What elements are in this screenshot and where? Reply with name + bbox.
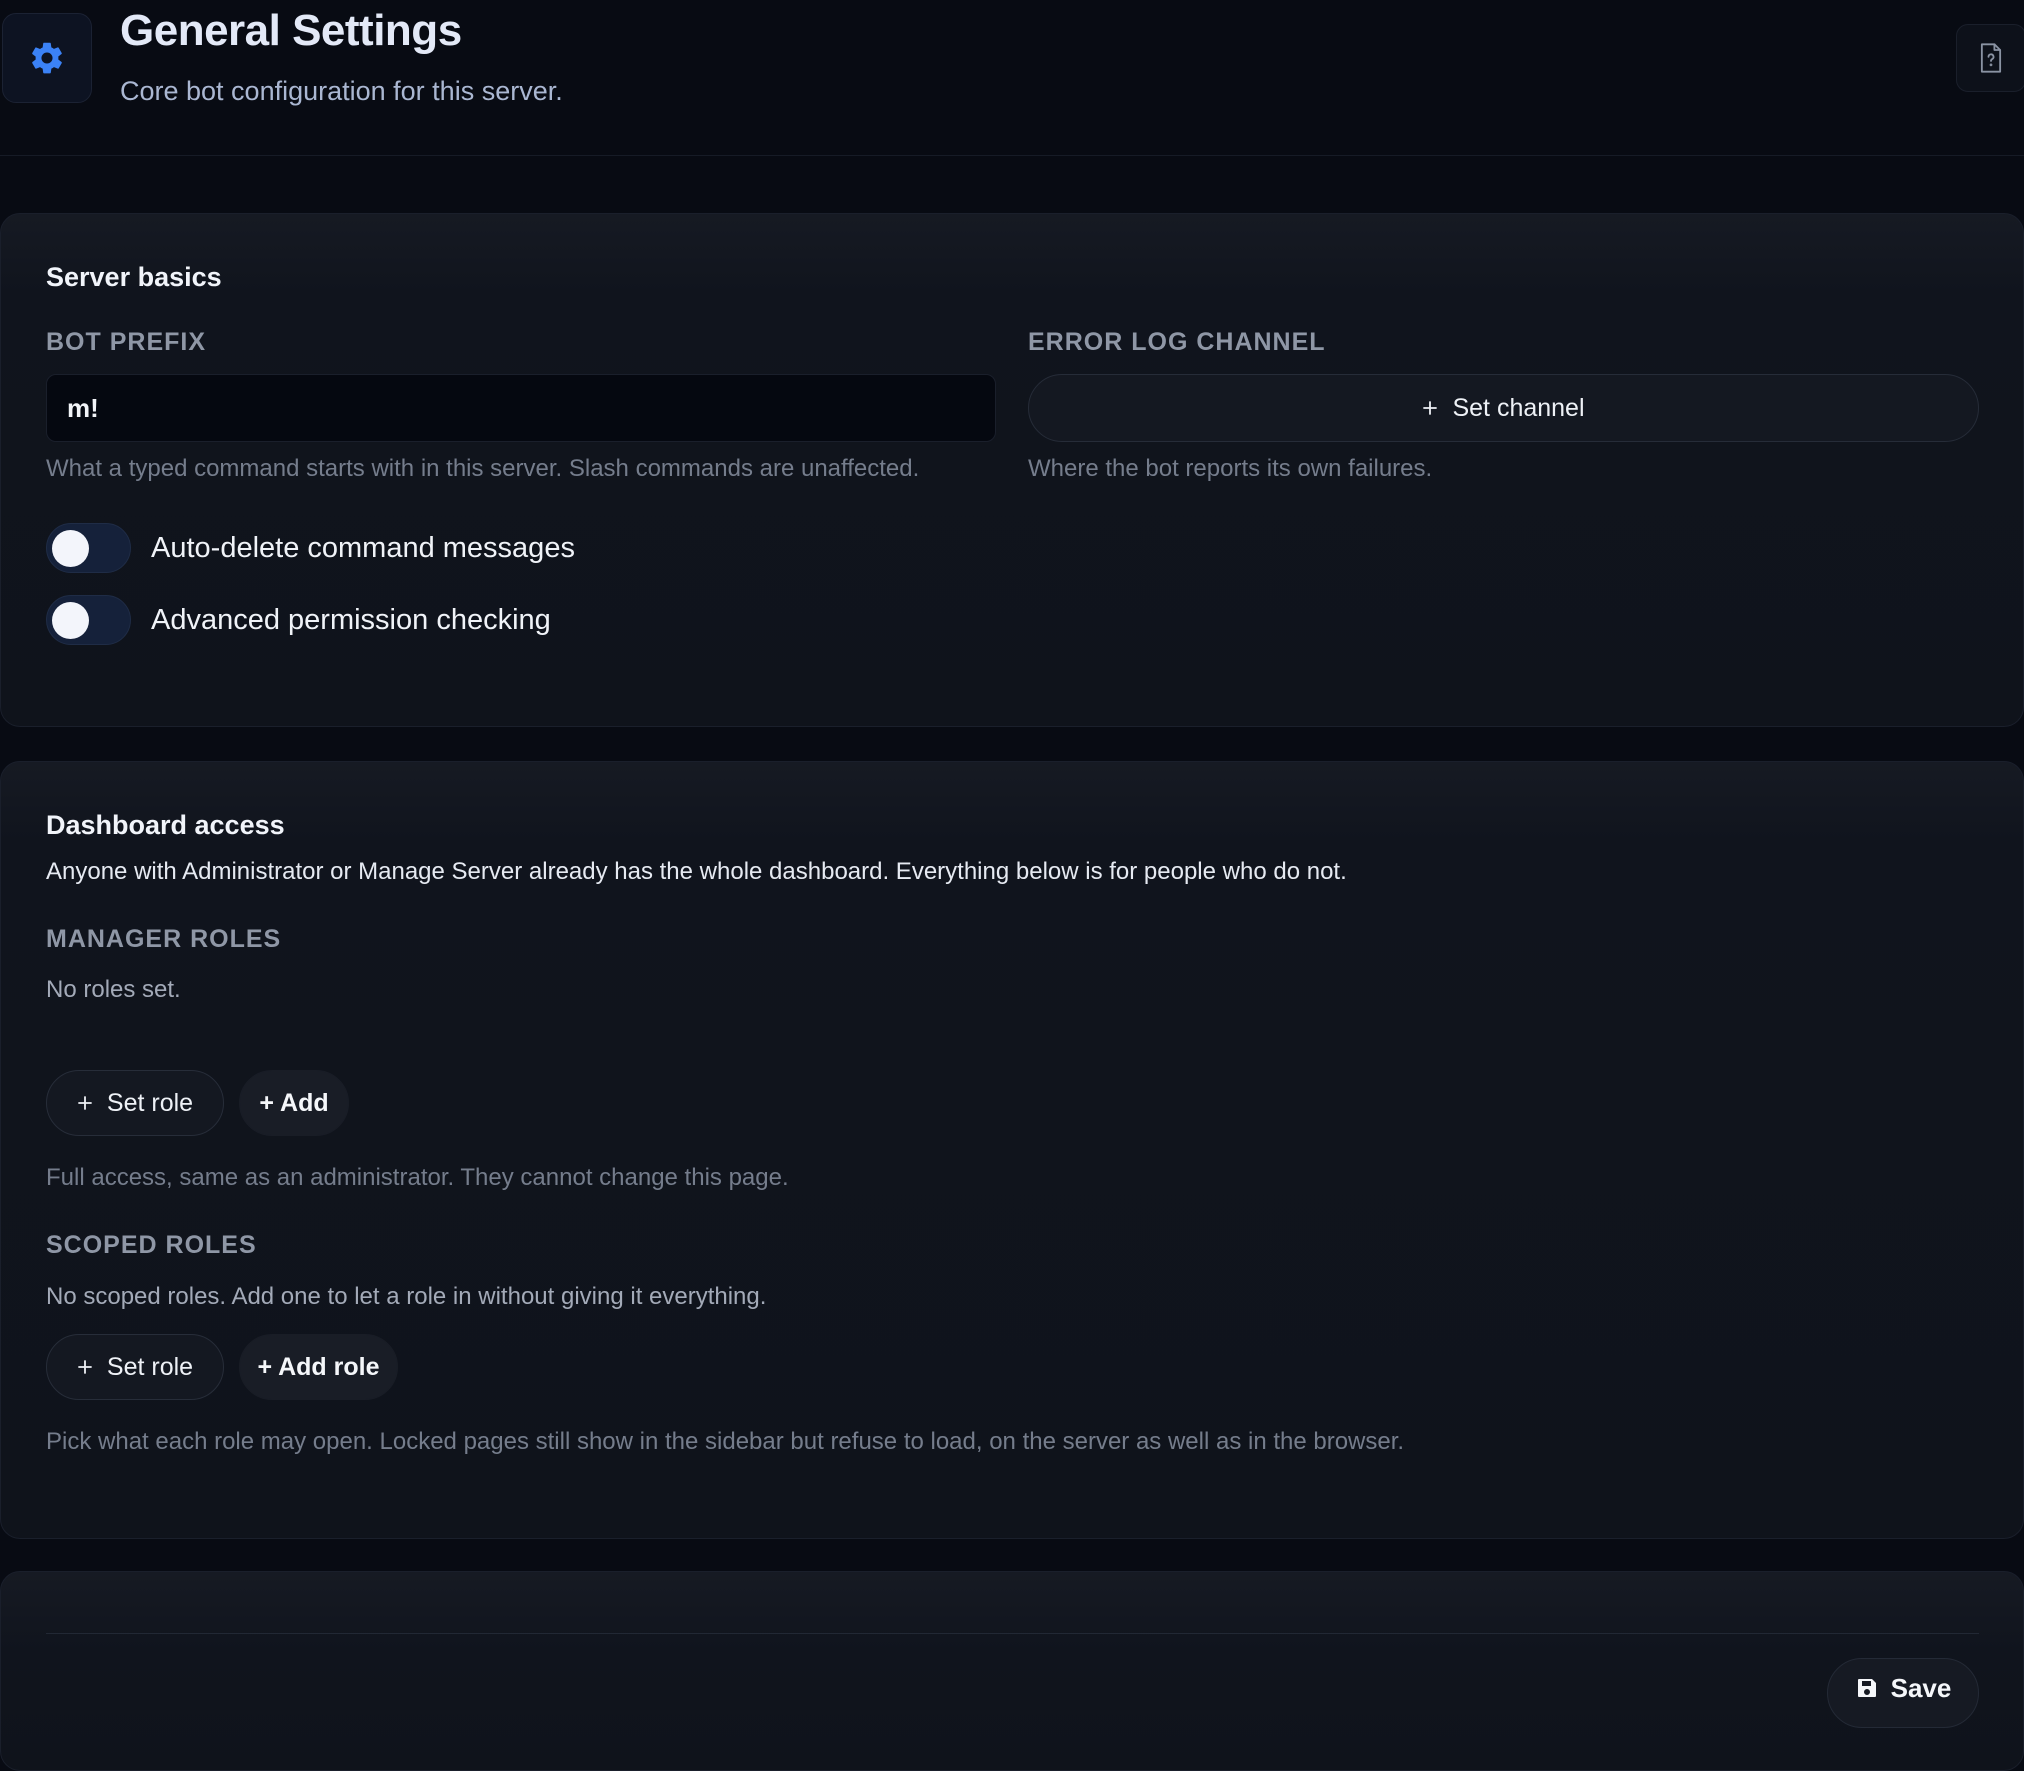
bot-prefix-help: What a typed command starts with in this… (46, 455, 920, 482)
set-channel-button[interactable]: Set channel (1028, 374, 1979, 442)
scoped-roles-help: Pick what each role may open. Locked pag… (46, 1428, 1405, 1455)
toggle-row-advanced-permissions: Advanced permission checking (46, 595, 551, 645)
page-subtitle: Core bot configuration for this server. (120, 76, 563, 106)
auto-delete-toggle[interactable] (46, 523, 131, 573)
save-bar-card: Save (0, 1571, 2024, 1771)
error-log-channel-label: ERROR LOG CHANNEL (1028, 328, 1326, 356)
manager-set-role-button[interactable]: Set role (46, 1070, 224, 1136)
section-title: Dashboard access (46, 810, 285, 840)
set-role-label: Set role (106, 1088, 194, 1117)
scoped-roles-empty: No scoped roles. Add one to let a role i… (46, 1283, 767, 1310)
save-label: Save (1890, 1673, 1952, 1703)
set-channel-label: Set channel (1452, 393, 1585, 422)
help-button[interactable] (1956, 24, 2024, 92)
header-icon-box (2, 13, 92, 103)
scoped-set-role-button[interactable]: Set role (46, 1334, 224, 1400)
plus-icon (78, 1096, 92, 1110)
floppy-disk-icon (1857, 1679, 1876, 1697)
manager-roles-help: Full access, same as an administrator. T… (46, 1164, 789, 1191)
bot-prefix-label: BOT PREFIX (46, 328, 207, 356)
toggle-label: Advanced permission checking (151, 603, 551, 636)
page-title: General Settings (120, 6, 462, 55)
server-basics-card: Server basics BOT PREFIX What a typed co… (0, 213, 2024, 727)
error-log-channel-help: Where the bot reports its own failures. (1028, 455, 1433, 482)
manager-add-button[interactable]: + Add (239, 1070, 349, 1136)
dashboard-access-card: Dashboard access Anyone with Administrat… (0, 761, 2024, 1539)
manager-roles-empty: No roles set. (46, 976, 181, 1003)
dashboard-access-description: Anyone with Administrator or Manage Serv… (46, 858, 1347, 885)
gear-icon (32, 42, 62, 74)
scoped-add-role-button[interactable]: + Add role (239, 1334, 398, 1400)
manager-roles-label: MANAGER ROLES (46, 925, 282, 953)
bot-prefix-input[interactable] (46, 374, 996, 442)
plus-icon (78, 1360, 92, 1374)
scoped-roles-label: SCOPED ROLES (46, 1231, 257, 1259)
help-document-icon (1980, 43, 2002, 73)
section-title: Server basics (46, 262, 222, 292)
toggle-knob (52, 602, 89, 639)
toggle-knob (52, 530, 89, 567)
save-button[interactable]: Save (1827, 1658, 1979, 1728)
advanced-permission-toggle[interactable] (46, 595, 131, 645)
plus-icon (1423, 401, 1438, 415)
set-role-label: Set role (106, 1352, 194, 1381)
toggle-label: Auto-delete command messages (151, 531, 575, 564)
toggle-row-auto-delete: Auto-delete command messages (46, 523, 575, 573)
page-header: General Settings Core bot configuration … (0, 0, 2024, 156)
footer-divider (46, 1633, 1979, 1634)
